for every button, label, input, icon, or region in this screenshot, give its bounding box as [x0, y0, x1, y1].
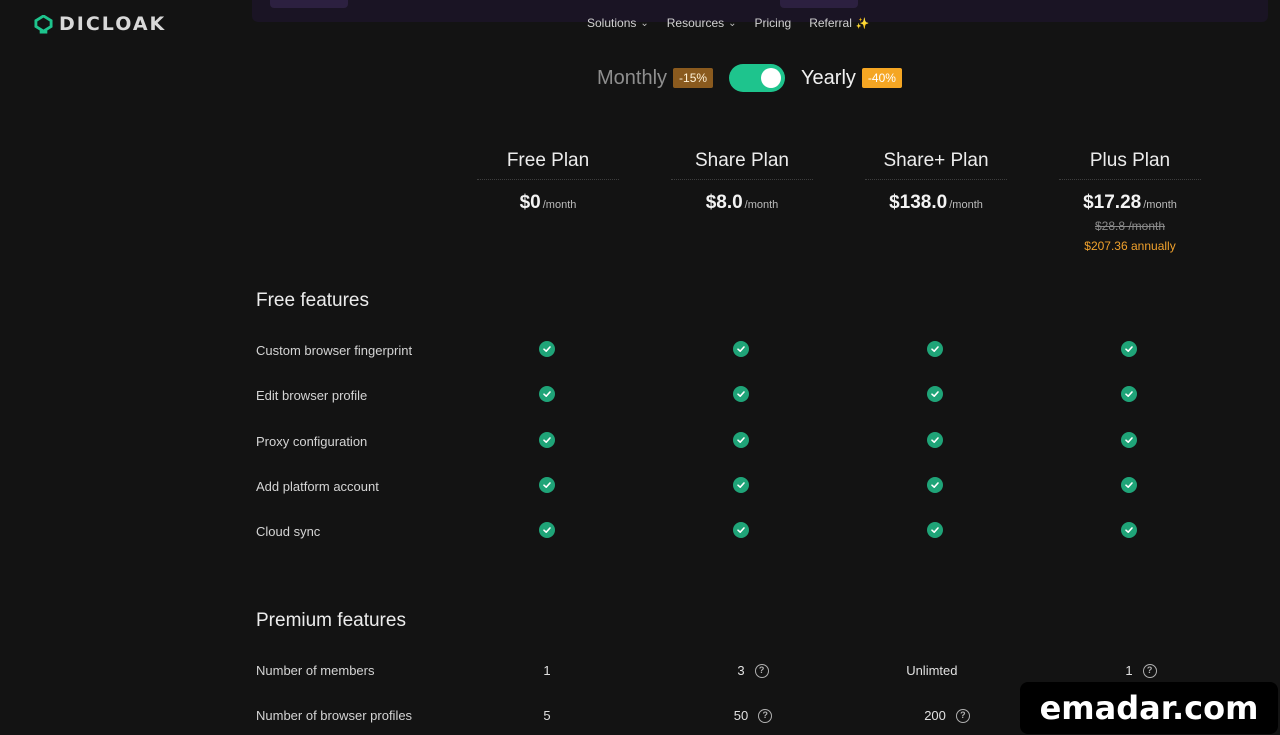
check-icon	[1121, 431, 1137, 448]
feature-value-text: Unlimted	[906, 663, 958, 678]
plan-price: $138.0/month	[865, 192, 1007, 214]
price-period: /month	[949, 199, 983, 211]
feature-label: Add platform account	[256, 478, 379, 494]
chevron-down-icon: ⌄	[640, 17, 649, 29]
feature-value: 5	[543, 708, 550, 723]
plan-name: Share+ Plan	[865, 150, 1007, 180]
price-period: /month	[1143, 199, 1177, 211]
check-icon	[927, 341, 943, 357]
plan-name: Plus Plan	[1059, 150, 1201, 180]
monthly-label[interactable]: Monthly	[597, 67, 667, 90]
check-icon	[1121, 386, 1137, 403]
feature-label: Custom browser fingerprint	[256, 343, 413, 358]
price-period: /month	[542, 199, 577, 211]
yearly-discount-badge: -40%	[861, 68, 902, 88]
premium-features-title: Premium features	[256, 610, 406, 631]
check-icon	[1121, 522, 1137, 539]
check-icon	[539, 431, 555, 448]
check-icon	[927, 431, 943, 448]
check-icon	[733, 476, 749, 493]
feature-label: Cloud sync	[256, 524, 321, 540]
price-value: $0	[519, 192, 541, 213]
plan-free: Free Plan $0/month	[477, 150, 619, 214]
price-value: $138.0	[889, 192, 948, 213]
check-icon	[733, 386, 749, 403]
feature-value-text: 3	[737, 663, 745, 678]
price-value: $8.0	[705, 192, 743, 213]
price-value: $17.28	[1083, 192, 1142, 213]
sparkle-icon: ✨	[855, 17, 870, 30]
feature-value-text: 1	[1125, 663, 1133, 678]
feature-value-text: 5	[543, 708, 551, 723]
check-icon	[539, 341, 555, 357]
nav-label: Referral	[809, 16, 852, 30]
toggle-knob	[761, 68, 782, 88]
billing-toggle-group: Monthly -15% Yearly -40%	[597, 64, 902, 92]
feature-value: 1	[543, 663, 550, 678]
watermark: emadar.com	[1020, 682, 1278, 734]
brand-logo[interactable]: DICLOAK	[34, 13, 166, 35]
check-icon	[1121, 341, 1137, 357]
plan-share: Share Plan $8.0/month	[671, 150, 813, 214]
nav-label: Solutions	[587, 16, 637, 30]
check-icon	[733, 522, 749, 539]
check-icon	[927, 476, 943, 493]
plan-original-price: $28.8 /month	[1094, 219, 1166, 233]
yearly-label[interactable]: Yearly	[801, 67, 856, 90]
check-icon	[539, 476, 555, 493]
plan-share-plus: Share+ Plan $138.0/month	[865, 150, 1007, 214]
help-icon[interactable]: ?	[955, 708, 970, 723]
help-icon[interactable]: ?	[754, 663, 769, 678]
nav-referral[interactable]: Referral ✨	[809, 16, 869, 30]
check-icon	[733, 431, 749, 448]
free-features-title: Free features	[256, 290, 369, 311]
plan-price: $8.0/month	[671, 192, 813, 214]
feature-value-text: 200	[924, 708, 946, 723]
nav-label: Resources	[666, 16, 725, 30]
plan-annual-price: $207.36 annually	[1084, 239, 1176, 253]
feature-value-text: 50	[733, 708, 749, 723]
feature-label: Number of members	[256, 663, 375, 678]
feature-label: Number of browser profiles	[256, 708, 413, 723]
plan-price: $17.28/month	[1059, 192, 1201, 214]
nav-pricing[interactable]: Pricing	[755, 16, 792, 30]
feature-value: 200?	[924, 708, 970, 723]
price-period: /month	[744, 199, 779, 211]
feature-label: Proxy configuration	[256, 433, 368, 449]
main-nav: Solutions ⌄ Resources ⌄ Pricing Referral…	[587, 16, 870, 30]
feature-value: 1?	[1125, 663, 1157, 678]
plan-price: $0/month	[477, 192, 619, 214]
nav-solutions[interactable]: Solutions ⌄	[587, 16, 649, 30]
plan-name: Free Plan	[477, 150, 619, 180]
feature-value: 3?	[737, 663, 769, 678]
check-icon	[927, 386, 943, 403]
check-icon	[733, 341, 749, 357]
feature-value: 50?	[733, 708, 773, 723]
billing-period-toggle[interactable]	[729, 64, 786, 92]
plan-name: Share Plan	[671, 150, 813, 180]
monthly-discount-badge: -15%	[673, 68, 714, 88]
check-icon	[927, 522, 943, 539]
help-icon[interactable]: ?	[1142, 663, 1157, 678]
plan-plus: Plus Plan $17.28/month $28.8 /month $207…	[1059, 150, 1201, 253]
help-icon[interactable]: ?	[758, 708, 773, 723]
feature-label: Edit browser profile	[256, 388, 368, 404]
feature-value: Unlimted	[906, 663, 957, 678]
dicloak-logo-icon	[34, 14, 53, 34]
check-icon	[539, 522, 555, 539]
chevron-down-icon: ⌄	[728, 17, 737, 29]
feature-value-text: 1	[543, 663, 551, 678]
check-icon	[539, 386, 555, 403]
brand-name: DICLOAK	[59, 13, 167, 35]
nav-resources[interactable]: Resources ⌄	[667, 16, 737, 30]
check-icon	[1121, 476, 1137, 493]
nav-label: Pricing	[754, 16, 792, 30]
